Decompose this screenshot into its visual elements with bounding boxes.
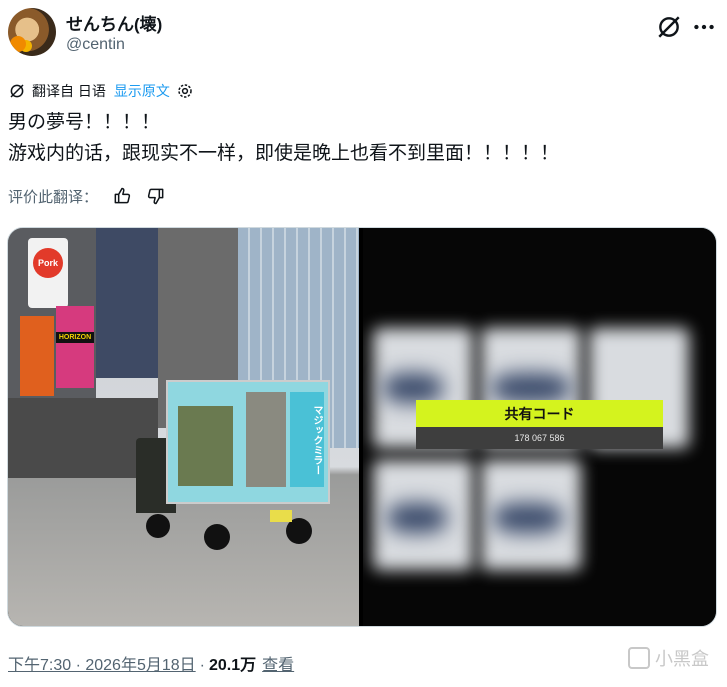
horizon-sign: HORIZON — [56, 332, 94, 343]
anime-billboard — [96, 228, 158, 378]
watermark-text: 小黑盒 — [655, 649, 709, 669]
truck-wheel — [146, 514, 170, 538]
billboard: Pork — [28, 238, 68, 308]
truck-wheel — [204, 524, 230, 550]
pink-sign: HORIZON — [56, 306, 94, 388]
translated-from-label: 翻译自 日语 — [32, 83, 106, 99]
thumbs-down-icon[interactable] — [146, 186, 166, 206]
share-code-panel: 共有コード 178 067 586 — [416, 400, 663, 449]
truck-window — [246, 392, 286, 487]
display-name[interactable]: せんちん(壊) — [66, 10, 162, 35]
tweet-text-line: 游戏内的话，跟现实不一样，即使是晚上也看不到里面！！！！！ — [8, 143, 560, 164]
grok-icon[interactable] — [656, 14, 682, 40]
pork-sign: Pork — [33, 248, 63, 278]
tweet-header: せんちん(壊) @centin — [8, 8, 719, 64]
truck-window — [178, 406, 233, 486]
game-screenshot-truck[interactable]: Pork HORIZON マジックミラー — [8, 228, 359, 626]
share-code-value: 178 067 586 — [416, 427, 663, 449]
xiaoheihe-logo-icon — [628, 647, 650, 669]
timestamp-link[interactable]: 下午7:30 · 2026年5月18日 — [8, 651, 196, 675]
blurred-car — [493, 503, 563, 533]
tweet-text-line: 男の夢号！！！！ — [8, 112, 161, 133]
avatar[interactable] — [8, 8, 56, 56]
avatar-badge — [10, 36, 26, 52]
truck-side-label: マジックミラー — [290, 392, 324, 487]
blurred-car — [491, 373, 571, 403]
rate-label: 评价此翻译： — [8, 188, 99, 206]
more-options-icon[interactable] — [691, 14, 717, 40]
separator: · — [199, 657, 205, 674]
user-handle[interactable]: @centin — [66, 36, 125, 54]
watermark: 小黑盒 — [628, 645, 709, 671]
translation-bar: 翻译自 日语 显示原文 — [8, 80, 200, 102]
views-link[interactable]: 查看 — [262, 651, 294, 675]
show-original-link[interactable]: 显示原文 — [114, 81, 170, 101]
share-code-title: 共有コード — [416, 400, 663, 427]
blurred-car — [387, 503, 447, 533]
gear-icon[interactable] — [176, 82, 194, 100]
rate-translation: 评价此翻译： — [8, 184, 166, 208]
tweet-text: 男の夢号！！！！ 游戏内的话，跟现实不一样，即使是晚上也看不到里面！！！！！ — [8, 107, 559, 169]
grok-icon — [10, 84, 24, 98]
thumbs-up-icon[interactable] — [112, 186, 132, 206]
view-count: 20.1万 — [208, 657, 257, 674]
license-plate — [270, 510, 292, 522]
blurred-car — [383, 373, 443, 403]
truck-box: マジックミラー — [166, 380, 330, 504]
tweet-meta: 下午7:30 · 2026年5月18日 · 20.1万 查看 — [8, 651, 294, 675]
orange-sign — [20, 316, 54, 396]
media-grid: Pork HORIZON マジックミラー 共有コード 178 067 586 — [7, 227, 717, 627]
game-screenshot-share-code[interactable]: 共有コード 178 067 586 — [363, 228, 716, 626]
